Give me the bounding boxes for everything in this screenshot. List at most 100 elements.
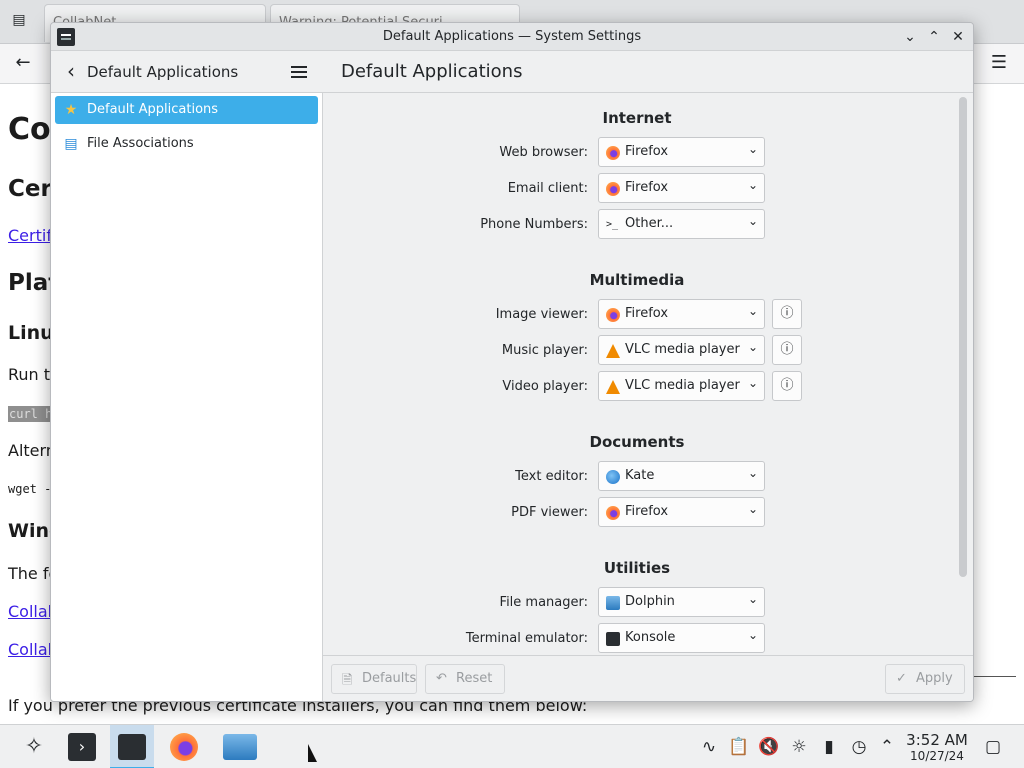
chevron-down-icon: ⌄ xyxy=(747,376,758,390)
network-icon[interactable]: ∿ xyxy=(698,737,720,757)
music-player-combo[interactable]: VLC media player ⌄ xyxy=(598,335,765,365)
page-heading: Linu xyxy=(8,322,54,344)
info-button[interactable]: ⓘ xyxy=(772,371,802,401)
show-desktop-icon[interactable]: ▢ xyxy=(982,737,1004,757)
close-button[interactable]: ✕ xyxy=(947,26,969,48)
settings-window: Default Applications — System Settings ⌄… xyxy=(50,22,974,702)
page-heading: Cer xyxy=(8,176,52,202)
settings-content: Internet Web browser: Firefox ⌄ Email cli… xyxy=(323,93,973,655)
info-button[interactable]: ⓘ xyxy=(772,335,802,365)
battery-icon[interactable]: ▮ xyxy=(818,737,840,757)
back-icon[interactable]: ‹ xyxy=(59,60,83,84)
combo-value: Firefox xyxy=(625,180,669,195)
hamburger-menu-icon[interactable] xyxy=(287,61,313,83)
update-icon[interactable]: ◷ xyxy=(848,737,870,757)
combo-value: Dolphin xyxy=(625,594,675,609)
window-titlebar[interactable]: Default Applications — System Settings ⌄… xyxy=(51,23,973,51)
sidebar: ‹ Default Applications ★ Default Applica… xyxy=(51,51,323,701)
image-viewer-combo[interactable]: Firefox ⌄ xyxy=(598,299,765,329)
dolphin-task-icon[interactable] xyxy=(218,725,262,768)
page-link[interactable]: Certif xyxy=(8,226,52,245)
vlc-icon xyxy=(606,344,620,358)
reset-button[interactable]: ↶ Reset xyxy=(425,664,505,694)
row-label: Terminal emulator: xyxy=(465,631,588,646)
sidebar-item-default-applications[interactable]: ★ Default Applications xyxy=(55,96,318,124)
clock-time[interactable]: 3:52 AM xyxy=(900,731,974,749)
page-text: Altern xyxy=(8,441,56,460)
info-icon: ⓘ xyxy=(780,378,794,393)
section-title: Documents xyxy=(589,433,685,451)
sidebar-header: ‹ Default Applications xyxy=(51,51,323,93)
terminal-emulator-combo[interactable]: Konsole ⌄ xyxy=(598,623,765,653)
dolphin-icon xyxy=(606,596,620,610)
clock-date[interactable]: 10/27/24 xyxy=(900,749,974,763)
taskbar: ✧ › ∿ 📋 🔇 ☼ ▮ ◷ ⌃ 3:52 AM 10/27/24 ▢ xyxy=(0,724,1024,768)
info-icon: ⓘ xyxy=(780,342,794,357)
firefox-icon xyxy=(606,506,620,520)
defaults-label: Defaults xyxy=(362,671,417,686)
text-editor-combo[interactable]: Kate ⌄ xyxy=(598,461,765,491)
tab-list-icon[interactable]: ▤ xyxy=(8,12,30,28)
vlc-icon xyxy=(606,380,620,394)
maximize-button[interactable]: ⌃ xyxy=(923,26,945,48)
combo-value: Kate xyxy=(625,468,655,483)
terminal-prompt-icon: >_ xyxy=(606,219,619,230)
row-label: Email client: xyxy=(507,181,588,196)
section-title: Multimedia xyxy=(589,271,685,289)
firefox-icon xyxy=(606,146,620,160)
chevron-down-icon: ⌄ xyxy=(747,340,758,354)
window-title: Default Applications — System Settings xyxy=(382,29,642,44)
combo-value: Firefox xyxy=(625,144,669,159)
scrollbar[interactable] xyxy=(959,97,967,577)
clipboard-icon[interactable]: 📋 xyxy=(728,737,750,757)
defaults-button[interactable]: 🗎 Defaults xyxy=(331,664,417,694)
chevron-up-icon[interactable]: ⌃ xyxy=(876,737,898,757)
chevron-down-icon: ⌄ xyxy=(747,502,758,516)
row-label: Text editor: xyxy=(515,469,588,484)
row-label: Web browser: xyxy=(499,145,588,160)
page-code: curl h xyxy=(8,406,54,422)
document-icon: 🗎 xyxy=(342,673,353,688)
sidebar-item-label: File Associations xyxy=(87,136,194,151)
chevron-down-icon: ⌄ xyxy=(747,304,758,318)
firefox-icon xyxy=(606,308,620,322)
row-label: Music player: xyxy=(501,343,588,358)
file-manager-combo[interactable]: Dolphin ⌄ xyxy=(598,587,765,617)
page-code: wget - xyxy=(8,482,52,496)
pdf-viewer-combo[interactable]: Firefox ⌄ xyxy=(598,497,765,527)
chevron-down-icon: ⌄ xyxy=(747,142,758,156)
minimize-button[interactable]: ⌄ xyxy=(899,26,921,48)
web-browser-combo[interactable]: Firefox ⌄ xyxy=(598,137,765,167)
combo-value: Firefox xyxy=(625,504,669,519)
video-player-combo[interactable]: VLC media player ⌄ xyxy=(598,371,765,401)
email-client-combo[interactable]: Firefox ⌄ xyxy=(598,173,765,203)
brightness-icon[interactable]: ☼ xyxy=(788,737,810,757)
star-icon: ★ xyxy=(64,102,78,118)
volume-muted-icon[interactable]: 🔇 xyxy=(758,737,780,757)
system-settings-task-icon[interactable] xyxy=(110,725,154,768)
phone-numbers-combo[interactable]: >_ Other... ⌄ xyxy=(598,209,765,239)
konsole-task-icon[interactable]: › xyxy=(60,725,104,768)
combo-value: VLC media player xyxy=(625,378,740,393)
page-heading: Co xyxy=(8,112,51,147)
sidebar-item-file-associations[interactable]: ▤ File Associations xyxy=(55,130,318,158)
file-associations-icon: ▤ xyxy=(64,136,78,152)
sidebar-title: Default Applications xyxy=(87,63,239,81)
kate-icon xyxy=(606,470,620,484)
chevron-down-icon: ⌄ xyxy=(747,178,758,192)
hamburger-menu-icon[interactable]: ☰ xyxy=(988,52,1010,73)
chevron-down-icon: ⌄ xyxy=(747,466,758,480)
back-arrow-icon[interactable]: ← xyxy=(12,52,34,73)
firefox-icon xyxy=(606,182,620,196)
row-label: Video player: xyxy=(502,379,588,394)
apply-button[interactable]: ✓ Apply xyxy=(885,664,965,694)
main-header: Default Applications xyxy=(323,51,973,93)
firefox-task-icon[interactable] xyxy=(162,725,206,768)
application-launcher-icon[interactable]: ✧ xyxy=(12,725,56,768)
main-panel: Default Applications Internet Web browse… xyxy=(323,51,973,701)
row-label: PDF viewer: xyxy=(511,505,588,520)
section-title: Internet xyxy=(602,109,672,127)
sidebar-item-label: Default Applications xyxy=(87,102,219,117)
info-button[interactable]: ⓘ xyxy=(772,299,802,329)
undo-icon: ↶ xyxy=(436,671,447,686)
